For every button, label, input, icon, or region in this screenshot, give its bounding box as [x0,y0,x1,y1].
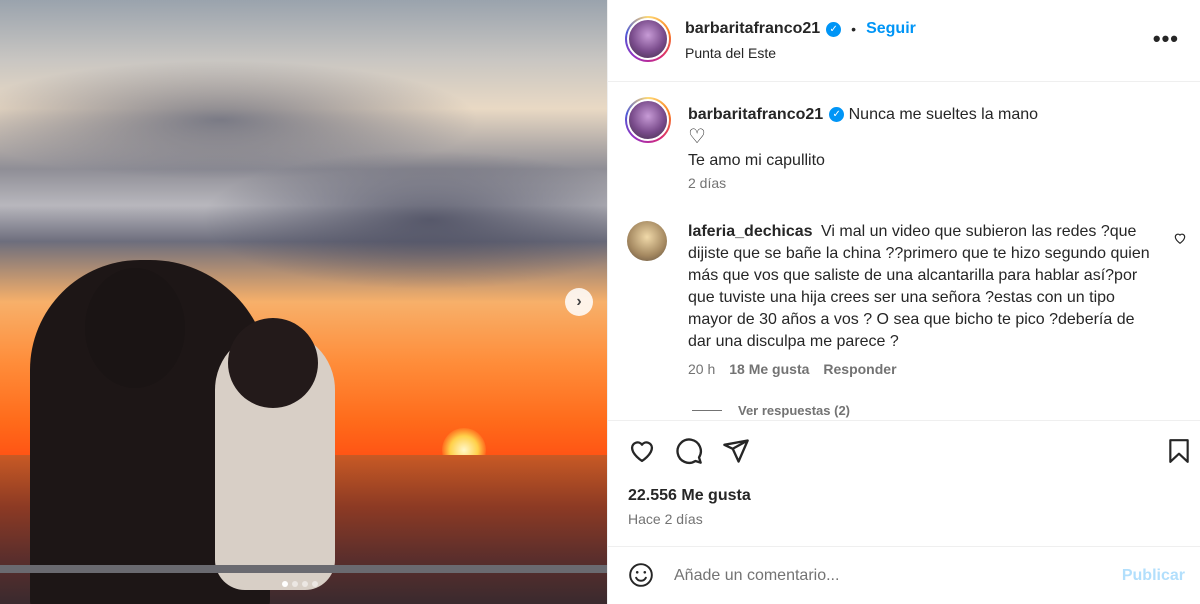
view-replies-label: Ver respuestas (2) [738,403,851,418]
comment-input[interactable] [674,561,1094,591]
post-header: barbaritafranco21 ✓ • Seguir Punta del E… [608,0,1200,82]
share-icon[interactable] [722,437,750,470]
follow-button[interactable]: Seguir [866,20,916,38]
carousel-indicator [282,581,318,587]
caption-timestamp: 2 días [688,175,727,191]
photo-baby-head [228,318,318,408]
post-side-pane: barbaritafranco21 ✓ • Seguir Punta del E… [607,0,1200,604]
post-photo [0,0,607,604]
caption-username[interactable]: barbaritafranco21 [688,106,823,123]
separator-dot: • [851,21,857,37]
comment-body: laferia_dechicas Vi mal un video que sub… [688,221,1158,353]
avatar[interactable] [625,16,671,62]
add-comment-bar: Publicar [608,546,1200,604]
comment-icon[interactable] [675,437,703,470]
carousel-dot [312,581,318,587]
heart-icon[interactable] [628,437,656,470]
carousel-dot-active [282,581,288,587]
caption-line-2: Te amo mi capullito [688,152,825,169]
view-replies-button[interactable]: Ver respuestas (2) [692,403,850,418]
post-comment-button[interactable]: Publicar [1122,567,1185,585]
carousel-dot [302,581,308,587]
more-options-icon[interactable]: ••• [1153,26,1179,52]
white-heart-emoji-icon: ♡ [688,126,706,148]
location-link[interactable]: Punta del Este [685,45,776,61]
likes-count[interactable]: 22.556 Me gusta [628,487,751,505]
verified-badge-icon: ✓ [829,107,845,123]
caption-line-1: Nunca me sueltes la mano [848,106,1039,123]
comments-section[interactable]: barbaritafranco21 ✓ Nunca me sueltes la m… [608,83,1200,419]
caption-text: barbaritafranco21 ✓ Nunca me sueltes la m… [688,103,1168,172]
chevron-right-icon: › [576,293,582,310]
bookmark-icon[interactable] [1166,437,1192,470]
post-date: Hace 2 días [628,511,703,527]
replies-divider [692,410,722,411]
comment-avatar[interactable] [627,221,667,261]
photo-woman-head [85,268,185,388]
photo-railing [0,565,607,573]
header-username[interactable]: barbaritafranco21 [685,20,820,38]
reply-button[interactable]: Responder [823,361,896,377]
comment-like-heart-icon[interactable] [1173,231,1187,248]
carousel-dot [292,581,298,587]
comment-timestamp: 20 h [688,361,716,377]
carousel-next-button[interactable]: › [565,288,593,316]
comment-meta: 20 h 18 Me gusta Responder [688,361,897,377]
header-user-line: barbaritafranco21 ✓ • Seguir [685,20,916,38]
comment-likes-count[interactable]: 18 Me gusta [729,361,809,377]
emoji-icon[interactable] [628,562,654,593]
comment-username[interactable]: laferia_dechicas [688,223,813,240]
comment-text: Vi mal un video que subieron las redes ?… [688,223,1150,350]
caption-avatar[interactable] [625,97,671,143]
verified-badge-icon: ✓ [826,21,842,37]
post-actions-bar [608,420,1200,482]
